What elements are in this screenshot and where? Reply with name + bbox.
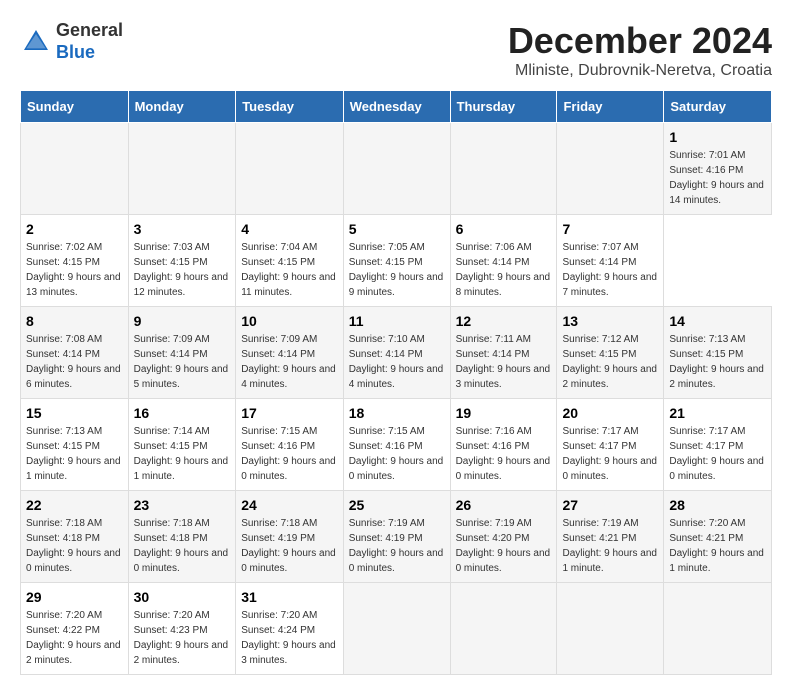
day-cell-15: 15Sunrise: 7:13 AMSunset: 4:15 PMDayligh…: [21, 399, 129, 491]
day-cell-1: 1Sunrise: 7:01 AMSunset: 4:16 PMDaylight…: [664, 123, 772, 215]
day-cell-27: 27Sunrise: 7:19 AMSunset: 4:21 PMDayligh…: [557, 491, 664, 583]
calendar-week-0: 1Sunrise: 7:01 AMSunset: 4:16 PMDaylight…: [21, 123, 772, 215]
calendar-week-3: 15Sunrise: 7:13 AMSunset: 4:15 PMDayligh…: [21, 399, 772, 491]
empty-cell: [343, 123, 450, 215]
location: Mliniste, Dubrovnik-Neretva, Croatia: [508, 62, 772, 80]
day-cell-7: 7Sunrise: 7:07 AMSunset: 4:14 PMDaylight…: [557, 215, 664, 307]
day-cell-18: 18Sunrise: 7:15 AMSunset: 4:16 PMDayligh…: [343, 399, 450, 491]
day-cell-25: 25Sunrise: 7:19 AMSunset: 4:19 PMDayligh…: [343, 491, 450, 583]
calendar-header: SundayMondayTuesdayWednesdayThursdayFrid…: [21, 91, 772, 123]
day-cell-14: 14Sunrise: 7:13 AMSunset: 4:15 PMDayligh…: [664, 307, 772, 399]
day-cell-3: 3Sunrise: 7:03 AMSunset: 4:15 PMDaylight…: [128, 215, 236, 307]
day-cell-26: 26Sunrise: 7:19 AMSunset: 4:20 PMDayligh…: [450, 491, 557, 583]
day-cell-28: 28Sunrise: 7:20 AMSunset: 4:21 PMDayligh…: [664, 491, 772, 583]
logo-text: General Blue: [56, 20, 123, 63]
header-sunday: Sunday: [21, 91, 129, 123]
day-cell-19: 19Sunrise: 7:16 AMSunset: 4:16 PMDayligh…: [450, 399, 557, 491]
header-saturday: Saturday: [664, 91, 772, 123]
calendar-table: SundayMondayTuesdayWednesdayThursdayFrid…: [20, 90, 772, 675]
header-monday: Monday: [128, 91, 236, 123]
day-cell-4: 4Sunrise: 7:04 AMSunset: 4:15 PMDaylight…: [236, 215, 344, 307]
day-cell-9: 9Sunrise: 7:09 AMSunset: 4:14 PMDaylight…: [128, 307, 236, 399]
day-cell-31: 31Sunrise: 7:20 AMSunset: 4:24 PMDayligh…: [236, 583, 344, 675]
day-cell-12: 12Sunrise: 7:11 AMSunset: 4:14 PMDayligh…: [450, 307, 557, 399]
empty-cell: [450, 123, 557, 215]
day-cell-10: 10Sunrise: 7:09 AMSunset: 4:14 PMDayligh…: [236, 307, 344, 399]
day-cell-30: 30Sunrise: 7:20 AMSunset: 4:23 PMDayligh…: [128, 583, 236, 675]
empty-cell: [450, 583, 557, 675]
day-cell-22: 22Sunrise: 7:18 AMSunset: 4:18 PMDayligh…: [21, 491, 129, 583]
empty-cell: [128, 123, 236, 215]
empty-cell: [343, 583, 450, 675]
header-friday: Friday: [557, 91, 664, 123]
page-header: General Blue December 2024 Mliniste, Dub…: [20, 20, 772, 80]
day-cell-29: 29Sunrise: 7:20 AMSunset: 4:22 PMDayligh…: [21, 583, 129, 675]
day-cell-21: 21Sunrise: 7:17 AMSunset: 4:17 PMDayligh…: [664, 399, 772, 491]
empty-cell: [557, 583, 664, 675]
calendar-week-1: 2Sunrise: 7:02 AMSunset: 4:15 PMDaylight…: [21, 215, 772, 307]
empty-cell: [664, 583, 772, 675]
calendar-week-4: 22Sunrise: 7:18 AMSunset: 4:18 PMDayligh…: [21, 491, 772, 583]
empty-cell: [21, 123, 129, 215]
empty-cell: [236, 123, 344, 215]
day-cell-20: 20Sunrise: 7:17 AMSunset: 4:17 PMDayligh…: [557, 399, 664, 491]
day-cell-5: 5Sunrise: 7:05 AMSunset: 4:15 PMDaylight…: [343, 215, 450, 307]
day-cell-6: 6Sunrise: 7:06 AMSunset: 4:14 PMDaylight…: [450, 215, 557, 307]
header-tuesday: Tuesday: [236, 91, 344, 123]
day-cell-13: 13Sunrise: 7:12 AMSunset: 4:15 PMDayligh…: [557, 307, 664, 399]
logo-icon: [20, 26, 52, 58]
day-cell-24: 24Sunrise: 7:18 AMSunset: 4:19 PMDayligh…: [236, 491, 344, 583]
day-cell-11: 11Sunrise: 7:10 AMSunset: 4:14 PMDayligh…: [343, 307, 450, 399]
day-cell-8: 8Sunrise: 7:08 AMSunset: 4:14 PMDaylight…: [21, 307, 129, 399]
calendar-week-2: 8Sunrise: 7:08 AMSunset: 4:14 PMDaylight…: [21, 307, 772, 399]
empty-cell: [557, 123, 664, 215]
day-cell-17: 17Sunrise: 7:15 AMSunset: 4:16 PMDayligh…: [236, 399, 344, 491]
calendar-week-5: 29Sunrise: 7:20 AMSunset: 4:22 PMDayligh…: [21, 583, 772, 675]
day-cell-2: 2Sunrise: 7:02 AMSunset: 4:15 PMDaylight…: [21, 215, 129, 307]
month-title: December 2024: [508, 20, 772, 62]
title-block: December 2024 Mliniste, Dubrovnik-Neretv…: [508, 20, 772, 80]
logo: General Blue: [20, 20, 123, 63]
day-cell-23: 23Sunrise: 7:18 AMSunset: 4:18 PMDayligh…: [128, 491, 236, 583]
header-thursday: Thursday: [450, 91, 557, 123]
day-cell-16: 16Sunrise: 7:14 AMSunset: 4:15 PMDayligh…: [128, 399, 236, 491]
header-wednesday: Wednesday: [343, 91, 450, 123]
